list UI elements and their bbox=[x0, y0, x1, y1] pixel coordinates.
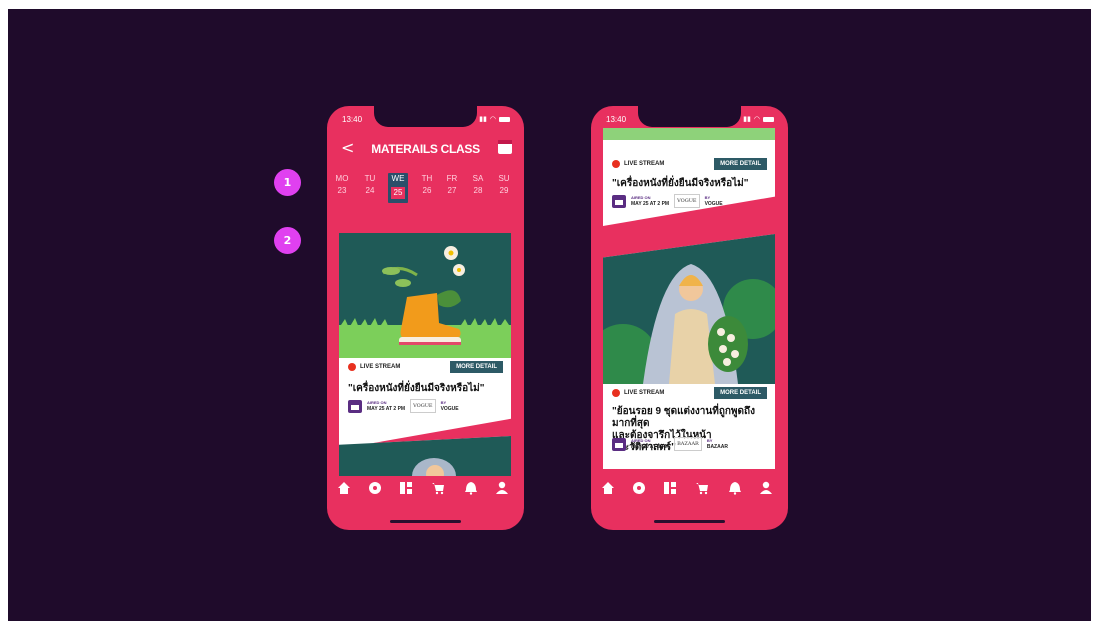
calendar-icon bbox=[612, 194, 626, 208]
calendar-icon bbox=[348, 399, 362, 413]
battery-icon bbox=[763, 116, 774, 122]
profile-icon[interactable] bbox=[495, 481, 509, 495]
status-time: 13:40 bbox=[606, 115, 627, 124]
wifi-icon: ◠ bbox=[489, 116, 496, 123]
brand-logo: VOGUE bbox=[674, 194, 700, 208]
live-dot-icon bbox=[348, 363, 356, 371]
brand-logo: VOGUE bbox=[410, 399, 436, 413]
home-icon[interactable] bbox=[601, 481, 615, 495]
bell-icon[interactable] bbox=[464, 481, 478, 495]
header: < MATERAILS CLASS bbox=[327, 134, 524, 160]
battery-icon bbox=[499, 116, 510, 122]
live-dot-icon bbox=[612, 389, 620, 397]
card-meta: AIRED ON MAY 25 AT 2 PM VOGUE BY VOGUE bbox=[612, 194, 723, 208]
status-icons: ▮▮ ◠ bbox=[479, 115, 510, 123]
signal-icon: ▮▮ bbox=[743, 116, 751, 123]
more-detail-button[interactable]: MORE DETAIL bbox=[450, 361, 503, 373]
source-info: BY VOGUE bbox=[704, 195, 723, 207]
source-info: BY VOGUE bbox=[440, 400, 459, 412]
day-fr[interactable]: FR 27 bbox=[442, 173, 462, 203]
card-title: "เครื่องหนังที่ยั่งยืนมีจริงหรือไม่" bbox=[348, 383, 485, 394]
event-card[interactable]: LIVE STREAM MORE DETAIL "เครื่องหนังที่ย… bbox=[339, 233, 511, 449]
brand-logo: BAZAAR bbox=[674, 437, 702, 451]
event-card-2[interactable]: LIVE STREAM MORE DETAIL "ย้อนรอย 9 ชุดแต… bbox=[603, 234, 775, 469]
status-icons: ▮▮ ◠ bbox=[743, 115, 774, 123]
boot-illustration bbox=[339, 233, 511, 358]
day-th[interactable]: TH 26 bbox=[417, 173, 437, 203]
home-indicator bbox=[654, 520, 725, 523]
more-detail-button[interactable]: MORE DETAIL bbox=[714, 387, 767, 399]
signal-icon: ▮▮ bbox=[479, 116, 487, 123]
calendar-icon bbox=[612, 437, 626, 451]
live-stream-badge: LIVE STREAM bbox=[612, 389, 664, 397]
day-tu[interactable]: TU 24 bbox=[360, 173, 380, 203]
live-dot-icon bbox=[612, 160, 620, 168]
notch bbox=[638, 106, 741, 127]
compass-icon[interactable] bbox=[368, 481, 382, 495]
phone-right: 13:40 ▮▮ ◠ LIVE STREAM MORE DETAIL "เครื… bbox=[591, 106, 788, 530]
day-sa[interactable]: SA 28 bbox=[468, 173, 488, 203]
card-meta: AIRED ON MAY 25 AT 2 PM VOGUE BY VOGUE bbox=[348, 399, 459, 413]
profile-icon[interactable] bbox=[759, 481, 773, 495]
live-stream-badge: LIVE STREAM bbox=[612, 160, 664, 168]
bottom-nav bbox=[591, 481, 788, 501]
bell-icon[interactable] bbox=[728, 481, 742, 495]
step-marker-1: 1 bbox=[274, 169, 301, 196]
day-we-selected[interactable]: WE 25 bbox=[388, 173, 408, 203]
grid-icon[interactable] bbox=[663, 481, 677, 495]
bottom-nav bbox=[327, 481, 524, 501]
day-mo[interactable]: MO 23 bbox=[332, 173, 352, 203]
bride-illustration bbox=[603, 234, 775, 384]
aired-info: AIRED ON MAY 25 AT 8 PM bbox=[631, 438, 670, 450]
notch bbox=[374, 106, 477, 127]
phone-left: 13:40 ▮▮ ◠ < MATERAILS CLASS MO 23 TU 24 W… bbox=[327, 106, 524, 530]
aired-info: AIRED ON MAY 25 AT 2 PM bbox=[367, 400, 406, 412]
card-title: "เครื่องหนังที่ยั่งยืนมีจริงหรือไม่" bbox=[612, 178, 749, 189]
event-card-1[interactable]: LIVE STREAM MORE DETAIL "เครื่องหนังที่ย… bbox=[603, 128, 775, 226]
step-marker-2: 2 bbox=[274, 227, 301, 254]
calendar-icon[interactable] bbox=[498, 140, 512, 154]
day-selector: MO 23 TU 24 WE 25 TH 26 FR 27 SA 28 SU 29 bbox=[327, 173, 524, 203]
page-title: MATERAILS CLASS bbox=[371, 142, 480, 156]
source-info: BY BAZAAR bbox=[706, 438, 728, 450]
aired-info: AIRED ON MAY 25 AT 2 PM bbox=[631, 195, 670, 207]
more-detail-button[interactable]: MORE DETAIL bbox=[714, 158, 767, 170]
cart-icon[interactable] bbox=[695, 481, 709, 495]
grass-strip bbox=[603, 128, 775, 140]
live-stream-badge: LIVE STREAM bbox=[348, 363, 400, 371]
home-indicator bbox=[390, 520, 461, 523]
wifi-icon: ◠ bbox=[753, 116, 760, 123]
home-icon[interactable] bbox=[337, 481, 351, 495]
status-time: 13:40 bbox=[342, 115, 363, 124]
cart-icon[interactable] bbox=[431, 481, 445, 495]
canvas: 1 2 13:40 ▮▮ ◠ < MATERAILS CLASS MO 23 TU… bbox=[8, 9, 1091, 621]
compass-icon[interactable] bbox=[632, 481, 646, 495]
day-su[interactable]: SU 29 bbox=[494, 173, 514, 203]
card-meta: AIRED ON MAY 25 AT 8 PM BAZAAR BY BAZAAR bbox=[612, 437, 728, 451]
grid-icon[interactable] bbox=[399, 481, 413, 495]
